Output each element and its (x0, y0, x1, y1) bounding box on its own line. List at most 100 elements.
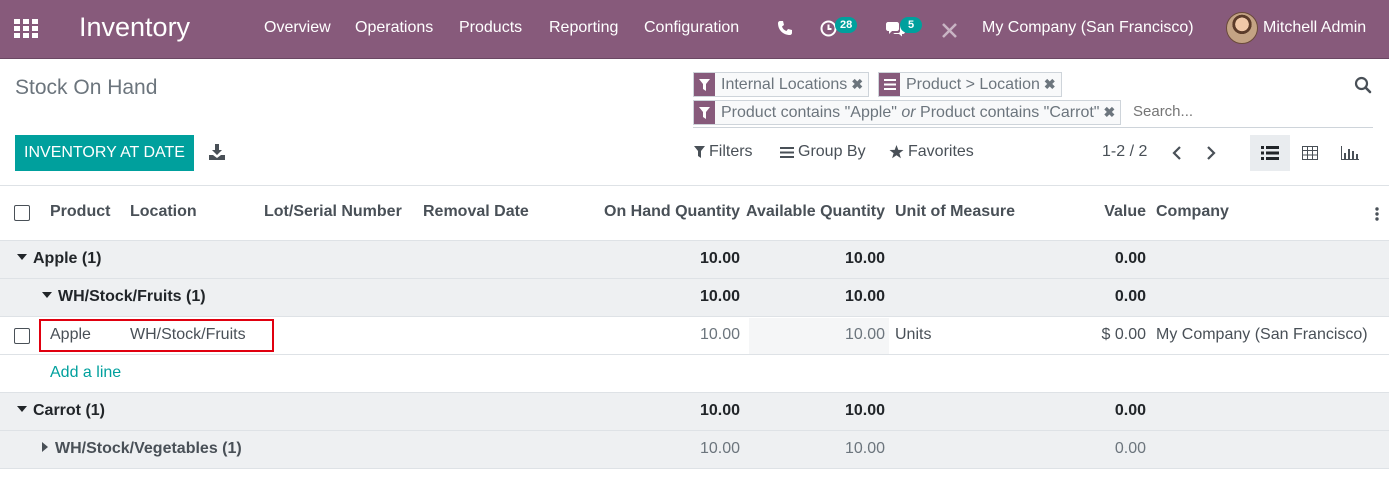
column-header-uom[interactable]: Unit of Measure (895, 203, 1015, 221)
column-header-product[interactable]: Product (50, 203, 110, 221)
bar-chart-icon (1341, 146, 1359, 160)
user-avatar[interactable] (1226, 12, 1258, 44)
highlight-box (39, 319, 274, 352)
group-row-fruits[interactable]: WH/Stock/Fruits (1) 10.00 10.00 0.00 (0, 279, 1389, 317)
user-menu[interactable]: Mitchell Admin (1263, 19, 1366, 37)
filters-label: Filters (709, 143, 753, 160)
column-header-removal-date[interactable]: Removal Date (423, 203, 529, 221)
control-panel-divider (0, 185, 1389, 186)
facet-label: Product contains "Apple" or Product cont… (715, 104, 1103, 122)
group-label: WH/Stock/Fruits (1) (42, 288, 206, 306)
group-title: Carrot (1) (33, 402, 106, 419)
caret-down-icon (17, 406, 27, 413)
facet-condition-1: Product contains "Apple" (721, 103, 897, 121)
groupby-label: Group By (798, 143, 866, 160)
filter-icon (694, 73, 715, 96)
group-available: 10.00 (844, 250, 885, 267)
group-available: 10.00 (844, 288, 885, 305)
group-available: 10.00 (844, 440, 885, 457)
favorites-label: Favorites (908, 143, 974, 160)
cell-available[interactable]: 10.00 (785, 326, 885, 344)
group-value: 0.00 (1114, 250, 1146, 267)
group-onhand: 10.00 (699, 402, 740, 419)
optional-columns-icon[interactable] (1374, 206, 1380, 222)
caret-down-icon (17, 254, 27, 261)
group-row-carrot[interactable]: Carrot (1) 10.00 10.00 0.00 (0, 393, 1389, 431)
group-row-apple[interactable]: Apple (1) 10.00 10.00 0.00 (0, 241, 1389, 279)
group-available: 10.00 (844, 402, 885, 419)
facet-remove-icon[interactable]: ✖ (851, 76, 868, 93)
facet-groupby: Product > Location ✖ (878, 72, 1062, 97)
group-row-vegetables[interactable]: WH/Stock/Vegetables (1) 10.00 10.00 0.00 (0, 431, 1389, 469)
breadcrumb-title: Stock On Hand (15, 76, 158, 99)
column-header-location[interactable]: Location (130, 203, 197, 221)
favorites-dropdown[interactable]: Favorites (889, 143, 974, 161)
caret-right-icon (42, 442, 48, 453)
phone-icon[interactable] (777, 20, 793, 36)
group-label: Carrot (1) (17, 402, 105, 420)
app-brand[interactable]: Inventory (79, 12, 190, 43)
facet-product-filter: Product contains "Apple" or Product cont… (693, 100, 1122, 125)
pager-previous-icon[interactable] (1171, 145, 1183, 161)
group-onhand: 10.00 (699, 288, 740, 305)
group-onhand: 10.00 (699, 250, 740, 267)
debug-tools-icon[interactable] (941, 22, 958, 39)
group-value: 0.00 (1114, 288, 1146, 305)
cell-onhand[interactable]: 10.00 (640, 326, 740, 344)
group-title: Apple (1) (33, 250, 102, 267)
row-checkbox[interactable] (14, 328, 30, 344)
column-header-available[interactable]: Available Quantity (740, 203, 885, 221)
cell-value[interactable]: $ 0.00 (1046, 326, 1146, 344)
column-header-on-hand[interactable]: On Hand Quantity (590, 203, 740, 221)
add-line-row: Add a line (0, 355, 1389, 393)
select-all-checkbox[interactable] (14, 205, 30, 221)
filter-icon (694, 101, 715, 124)
list-view-icon (1261, 146, 1279, 160)
facet-remove-icon[interactable]: ✖ (1044, 76, 1061, 93)
facet-remove-icon[interactable]: ✖ (1103, 104, 1120, 121)
message-count-badge: 5 (900, 17, 922, 33)
search-input[interactable] (1133, 100, 1343, 122)
star-icon (889, 145, 904, 159)
cell-uom[interactable]: Units (895, 326, 931, 344)
filters-dropdown[interactable]: Filters (694, 143, 753, 161)
facet-label: Internal Locations (721, 75, 848, 93)
apps-menu-icon[interactable] (14, 19, 38, 39)
group-title: WH/Stock/Vegetables (1) (55, 440, 242, 457)
search-icon[interactable] (1354, 76, 1372, 94)
groupby-icon (879, 73, 900, 96)
pivot-table-icon (1302, 146, 1318, 160)
facet-condition-2: Product contains "Carrot" (920, 103, 1100, 121)
list-view-button[interactable] (1250, 135, 1290, 171)
pager-value[interactable]: 1-2 / 2 (1102, 143, 1147, 161)
column-header-company[interactable]: Company (1156, 203, 1229, 221)
group-title: WH/Stock/Fruits (1) (58, 288, 206, 305)
group-onhand: 10.00 (699, 440, 740, 457)
facet-label: Product > Location (906, 75, 1040, 93)
groupby-icon (780, 146, 794, 158)
company-switcher[interactable]: My Company (San Francisco) (982, 19, 1194, 37)
activity-count-badge: 28 (835, 17, 858, 33)
pivot-view-button[interactable] (1290, 135, 1330, 171)
cell-company[interactable]: My Company (San Francisco) (1156, 326, 1368, 344)
menu-overview[interactable]: Overview (264, 19, 331, 37)
column-header-value[interactable]: Value (1046, 203, 1146, 221)
filter-icon (694, 146, 705, 158)
group-value: 0.00 (1114, 440, 1146, 457)
download-icon[interactable] (208, 143, 226, 161)
add-a-line-link[interactable]: Add a line (50, 364, 121, 382)
groupby-dropdown[interactable]: Group By (780, 143, 866, 161)
inventory-at-date-button[interactable]: INVENTORY AT DATE (15, 135, 194, 171)
caret-down-icon (42, 292, 52, 299)
menu-reporting[interactable]: Reporting (549, 19, 618, 37)
group-label: Apple (1) (17, 250, 101, 268)
menu-configuration[interactable]: Configuration (644, 19, 739, 37)
column-header-lot[interactable]: Lot/Serial Number (264, 203, 402, 221)
pager-next-icon[interactable] (1205, 145, 1217, 161)
facet-internal-locations: Internal Locations ✖ (693, 72, 870, 97)
facet-or-separator: or (901, 103, 916, 121)
menu-products[interactable]: Products (459, 19, 522, 37)
group-label: WH/Stock/Vegetables (1) (42, 440, 242, 458)
graph-view-button[interactable] (1330, 135, 1370, 171)
menu-operations[interactable]: Operations (355, 19, 433, 37)
